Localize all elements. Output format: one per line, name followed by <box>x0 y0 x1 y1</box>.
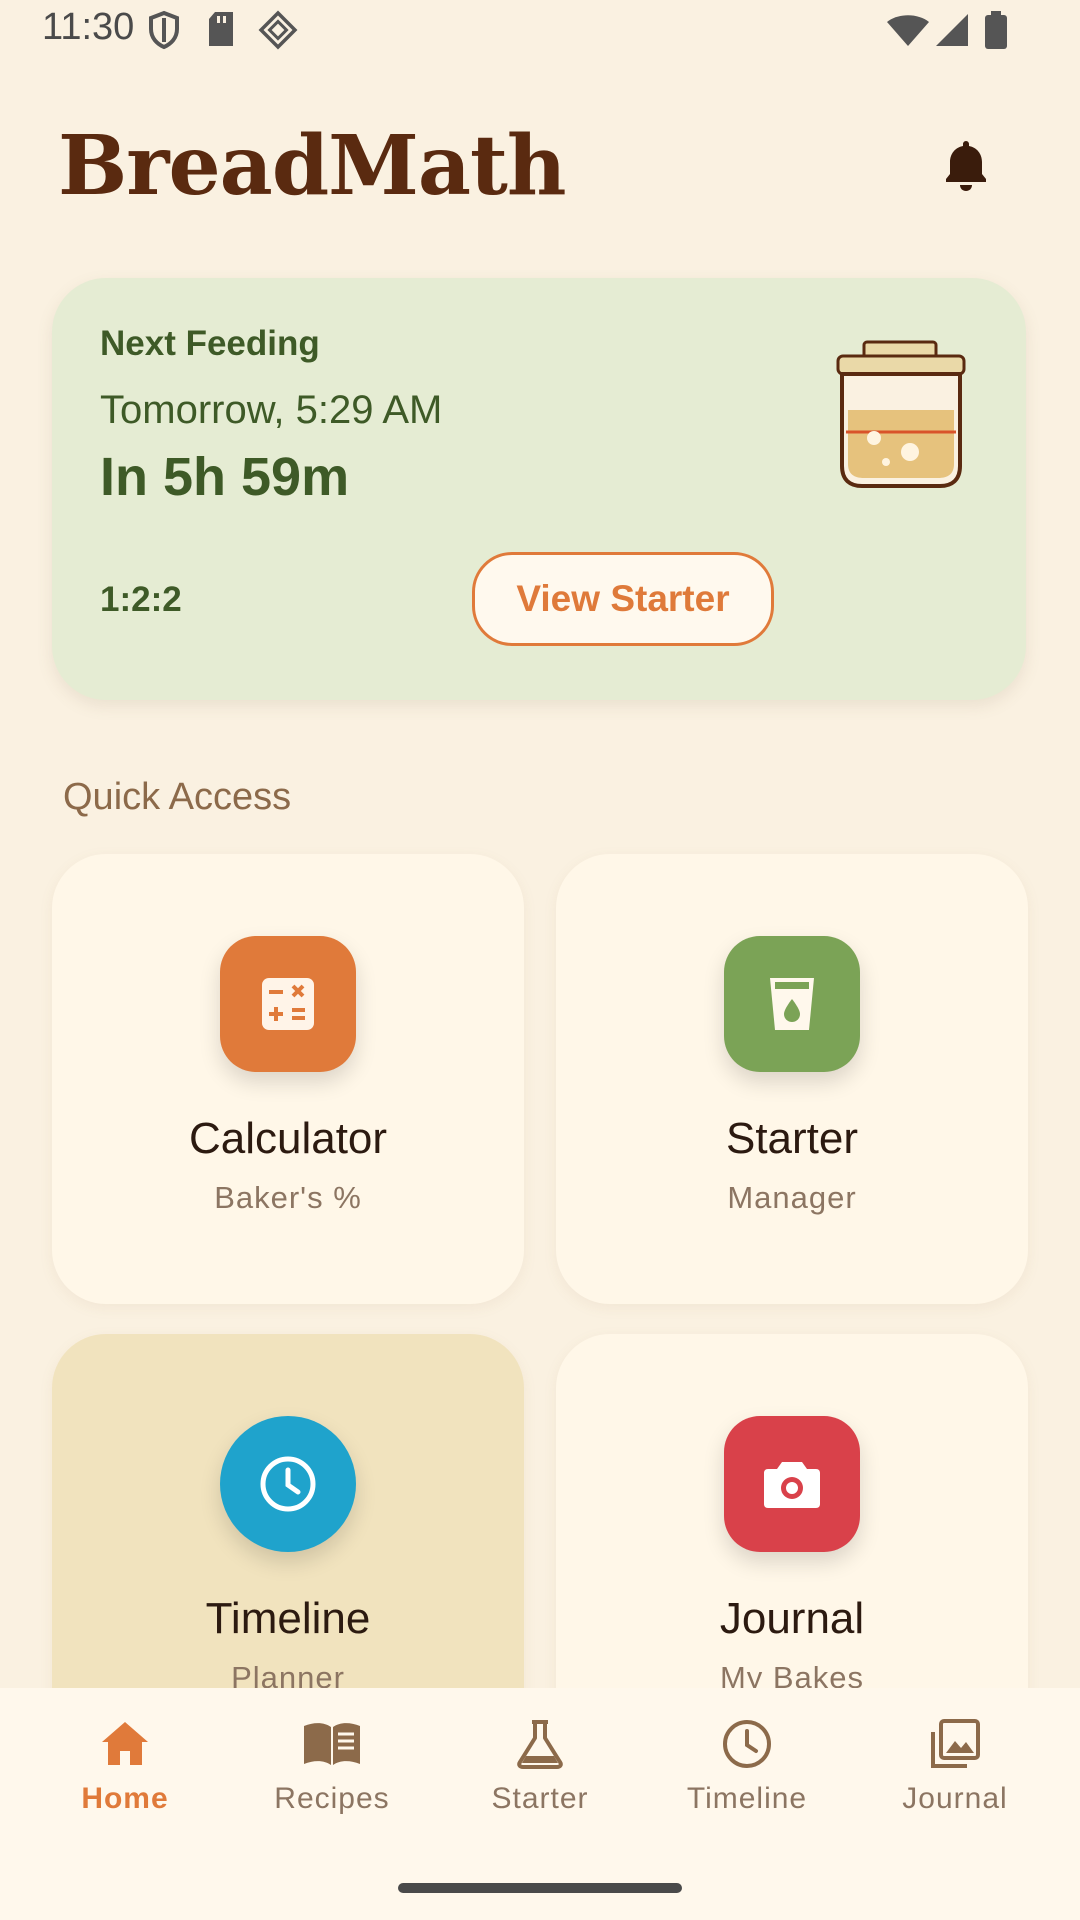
nfc-icon <box>258 10 298 50</box>
book-icon <box>304 1723 360 1765</box>
clock-icon <box>220 1416 356 1552</box>
nav-journal-label: Journal <box>902 1782 1008 1815</box>
nav-timeline-label: Timeline <box>686 1782 808 1815</box>
camera-icon <box>724 1416 860 1552</box>
calculator-tile-subtitle: Baker's % <box>214 1180 362 1215</box>
nav-starter-label: Starter <box>491 1782 589 1815</box>
timeline-tile-title: Timeline <box>205 1594 371 1643</box>
status-time: 11:30 <box>42 6 135 48</box>
journal-tile-title: Journal <box>719 1594 865 1643</box>
next-feeding-label: Next Feeding <box>100 324 320 363</box>
nav-home-label: Home <box>81 1782 169 1815</box>
wifi-icon <box>887 15 929 46</box>
nav-starter[interactable]: Starter <box>432 1718 648 1828</box>
next-feeding-countdown: In 5h 59m <box>100 447 350 507</box>
next-feeding-time: Tomorrow, 5:29 AM <box>100 388 443 432</box>
home-indicator[interactable] <box>398 1883 682 1893</box>
gallery-icon <box>931 1719 980 1768</box>
cell-signal-icon <box>936 14 968 46</box>
clock-icon <box>723 1720 771 1768</box>
app-title: BreadMath <box>58 118 567 214</box>
feeding-ratio: 1:2:2 <box>100 580 182 619</box>
nav-recipes[interactable]: Recipes <box>224 1718 440 1828</box>
starter-tile-subtitle: Manager <box>727 1180 857 1215</box>
starter-tile[interactable] <box>556 854 1028 1304</box>
sd-card-icon <box>209 12 233 46</box>
home-icon <box>102 1722 148 1765</box>
shield-icon <box>149 10 179 50</box>
nav-home[interactable]: Home <box>17 1718 233 1828</box>
flask-icon <box>517 1720 563 1769</box>
nav-journal[interactable]: Journal <box>847 1718 1063 1828</box>
starter-tile-title: Starter <box>725 1114 859 1163</box>
calculator-tile-title: Calculator <box>188 1114 388 1163</box>
starter-cup-icon <box>724 936 860 1072</box>
notification-bell-icon[interactable] <box>936 136 996 196</box>
view-starter-button[interactable]: View Starter <box>472 552 774 646</box>
battery-icon <box>985 11 1007 49</box>
calculator-icon <box>220 936 356 1072</box>
calculator-tile[interactable] <box>52 854 524 1304</box>
starter-jar-icon <box>836 340 966 488</box>
nav-timeline[interactable]: Timeline <box>639 1718 855 1828</box>
nav-recipes-label: Recipes <box>274 1782 390 1815</box>
quick-access-heading: Quick Access <box>63 776 292 818</box>
